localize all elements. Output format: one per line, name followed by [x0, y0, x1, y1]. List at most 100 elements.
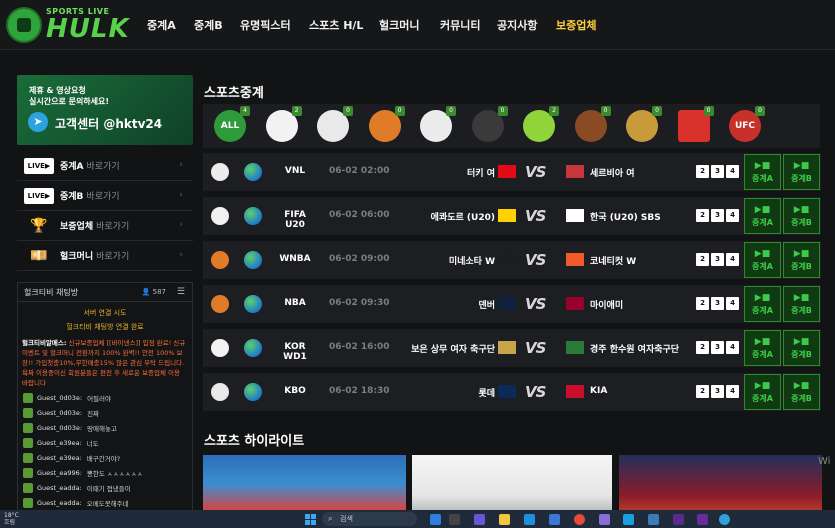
nav-item[interactable]: 유명픽스터 [240, 17, 291, 33]
period-tab[interactable]: 2 [696, 165, 709, 178]
period-tab[interactable]: 4 [726, 165, 739, 178]
period-tab[interactable]: 4 [726, 253, 739, 266]
globe-icon [244, 251, 262, 269]
period-tab[interactable]: 3 [711, 209, 724, 222]
nav-item[interactable]: 커뮤니티 [440, 17, 480, 33]
support-promo-banner[interactable]: 제휴 & 영상요청 실시간으로 문의하세요! ➤ 고객센터 @hktv24 [17, 75, 193, 145]
match-row[interactable]: WNBA 06-02 09:00 미네소타 W VS 코네티컷 W 2 3 4 ▶■ 중계A ▶■ 중… [203, 241, 821, 279]
stream-b-button[interactable]: ▶■ 중계B [783, 330, 820, 366]
stream-a-button[interactable]: ▶■ 중계A [744, 286, 781, 322]
stream-a-button[interactable]: ▶■ 중계A [744, 154, 781, 190]
ufc-icon[interactable]: UFC [729, 110, 761, 142]
nav-item[interactable]: 헐크머니 [379, 17, 419, 33]
stream-button-label: 중계B [791, 305, 812, 315]
stream-a-button[interactable]: ▶■ 중계A [744, 242, 781, 278]
baseball-icon[interactable] [317, 110, 349, 142]
home-flag-icon [498, 341, 516, 354]
period-tab[interactable]: 3 [711, 297, 724, 310]
windows-start-icon[interactable] [305, 514, 316, 525]
match-time: 06-02 09:30 [329, 298, 390, 308]
football-icon[interactable] [574, 110, 607, 142]
folder-icon[interactable] [499, 514, 510, 525]
period-tab[interactable]: 4 [726, 341, 739, 354]
weather-temp: 18°C [4, 512, 19, 519]
period-tab[interactable]: 2 [696, 341, 709, 354]
app-icon[interactable] [524, 514, 535, 525]
away-flag-icon [566, 385, 584, 398]
match-row[interactable]: NBA 06-02 09:30 덴버 VS 마이애미 2 3 4 ▶■ 중계A ▶■ 중계B [203, 285, 821, 323]
volleyball-icon[interactable] [420, 110, 452, 142]
nav-item[interactable]: 공지사항 [497, 17, 537, 33]
weather-widget[interactable]: 18°C 흐림 [4, 512, 19, 526]
promo-line-2: 실시간으로 문의하세요! [29, 97, 110, 106]
away-team: 코네티컷 W [590, 257, 637, 267]
tennis-icon[interactable] [523, 110, 555, 142]
soccer-icon[interactable] [265, 110, 298, 142]
away-team: 마이애미 [590, 301, 624, 311]
match-row[interactable]: FIFA U20 06-02 06:00 에콰도르 (U20) VS 한국 (U20) … [203, 197, 821, 235]
side-link-item[interactable]: LIVE▶ 중계B 바로가기 › [17, 181, 193, 211]
stream-button-label: 중계A [752, 261, 773, 271]
home-team: 보은 상무 여자 축구단 [411, 345, 495, 355]
period-tab[interactable]: 2 [696, 209, 709, 222]
nav-item[interactable]: 보증업체 [556, 17, 596, 33]
app-icon[interactable] [623, 514, 634, 525]
stream-b-button[interactable]: ▶■ 중계B [783, 198, 820, 234]
stream-button-label: 중계A [752, 393, 773, 403]
vs-icon: VS [525, 207, 546, 225]
side-link-item[interactable]: 🏆 보증업체 바로가기 › [17, 211, 193, 241]
match-row[interactable]: VNL 06-02 02:00 터키 여 VS 세르비아 여 2 3 4 ▶■ 중계A ▶■ 중계B [203, 153, 821, 191]
esport-icon[interactable] [677, 110, 710, 142]
stream-a-button[interactable]: ▶■ 중계A [744, 330, 781, 366]
stream-b-button[interactable]: ▶■ 중계B [783, 242, 820, 278]
app-icon[interactable] [673, 514, 684, 525]
stream-a-button[interactable]: ▶■ 중계A [744, 198, 781, 234]
video-icon: ▶■ [793, 292, 810, 303]
fist-icon [6, 7, 42, 43]
app-icon[interactable] [648, 514, 659, 525]
period-tab[interactable]: 2 [696, 297, 709, 310]
lol-icon[interactable] [626, 110, 658, 142]
period-tab[interactable]: 3 [711, 165, 724, 178]
app-icon[interactable] [719, 514, 730, 525]
globe-icon [244, 163, 262, 181]
app-icon[interactable] [697, 514, 708, 525]
app-icon[interactable] [599, 514, 610, 525]
telegram-icon: ➤ [28, 112, 48, 132]
stream-a-button[interactable]: ▶■ 중계A [744, 374, 781, 410]
stream-b-button[interactable]: ▶■ 중계B [783, 154, 820, 190]
nav-item[interactable]: 스포츠 H/L [309, 17, 363, 33]
period-tab[interactable]: 2 [696, 253, 709, 266]
match-row[interactable]: KBO 06-02 18:30 롯데 VS KIA 2 3 4 ▶■ 중계A ▶■ 중계B [203, 373, 821, 411]
period-tab[interactable]: 3 [711, 341, 724, 354]
away-flag-icon [566, 165, 584, 178]
match-row[interactable]: KOR WD1 06-02 16:00 보은 상무 여자 축구단 VS 경주 한수원 여… [203, 329, 821, 367]
period-tab[interactable]: 4 [726, 209, 739, 222]
league-name: NBA [284, 298, 306, 308]
app-icon[interactable] [474, 514, 485, 525]
stream-b-button[interactable]: ▶■ 중계B [783, 374, 820, 410]
menu-icon[interactable]: ☰ [177, 287, 185, 297]
video-icon: ▶■ [754, 204, 771, 215]
logo[interactable]: SPORTS LIVE HULK [6, 7, 130, 43]
basketball-icon[interactable] [368, 110, 401, 142]
period-tab[interactable]: 2 [696, 385, 709, 398]
period-tab[interactable]: 4 [726, 385, 739, 398]
period-tab[interactable]: 3 [711, 253, 724, 266]
app-icon[interactable] [430, 514, 441, 525]
stream-b-button[interactable]: ▶■ 중계B [783, 286, 820, 322]
nav-item[interactable]: 중계B [194, 17, 223, 33]
taskbar-search[interactable]: ⌕ 검색 [322, 512, 417, 526]
period-tab[interactable]: 3 [711, 385, 724, 398]
side-link-item[interactable]: LIVE▶ 중계A 바로가기 › [17, 151, 193, 181]
promo-cta: 고객센터 @hktv24 [55, 117, 163, 131]
chrome-icon[interactable] [574, 514, 585, 525]
mail-icon[interactable] [549, 514, 560, 525]
side-link-item[interactable]: 💴 헐크머니 바로가기 › [17, 241, 193, 271]
app-icon[interactable] [449, 514, 460, 525]
nav-item[interactable]: 중계A [147, 17, 176, 33]
hockey-icon[interactable] [471, 110, 504, 142]
all-icon[interactable]: ALL [214, 110, 246, 142]
stream-button-label: 중계B [791, 261, 812, 271]
period-tab[interactable]: 4 [726, 297, 739, 310]
